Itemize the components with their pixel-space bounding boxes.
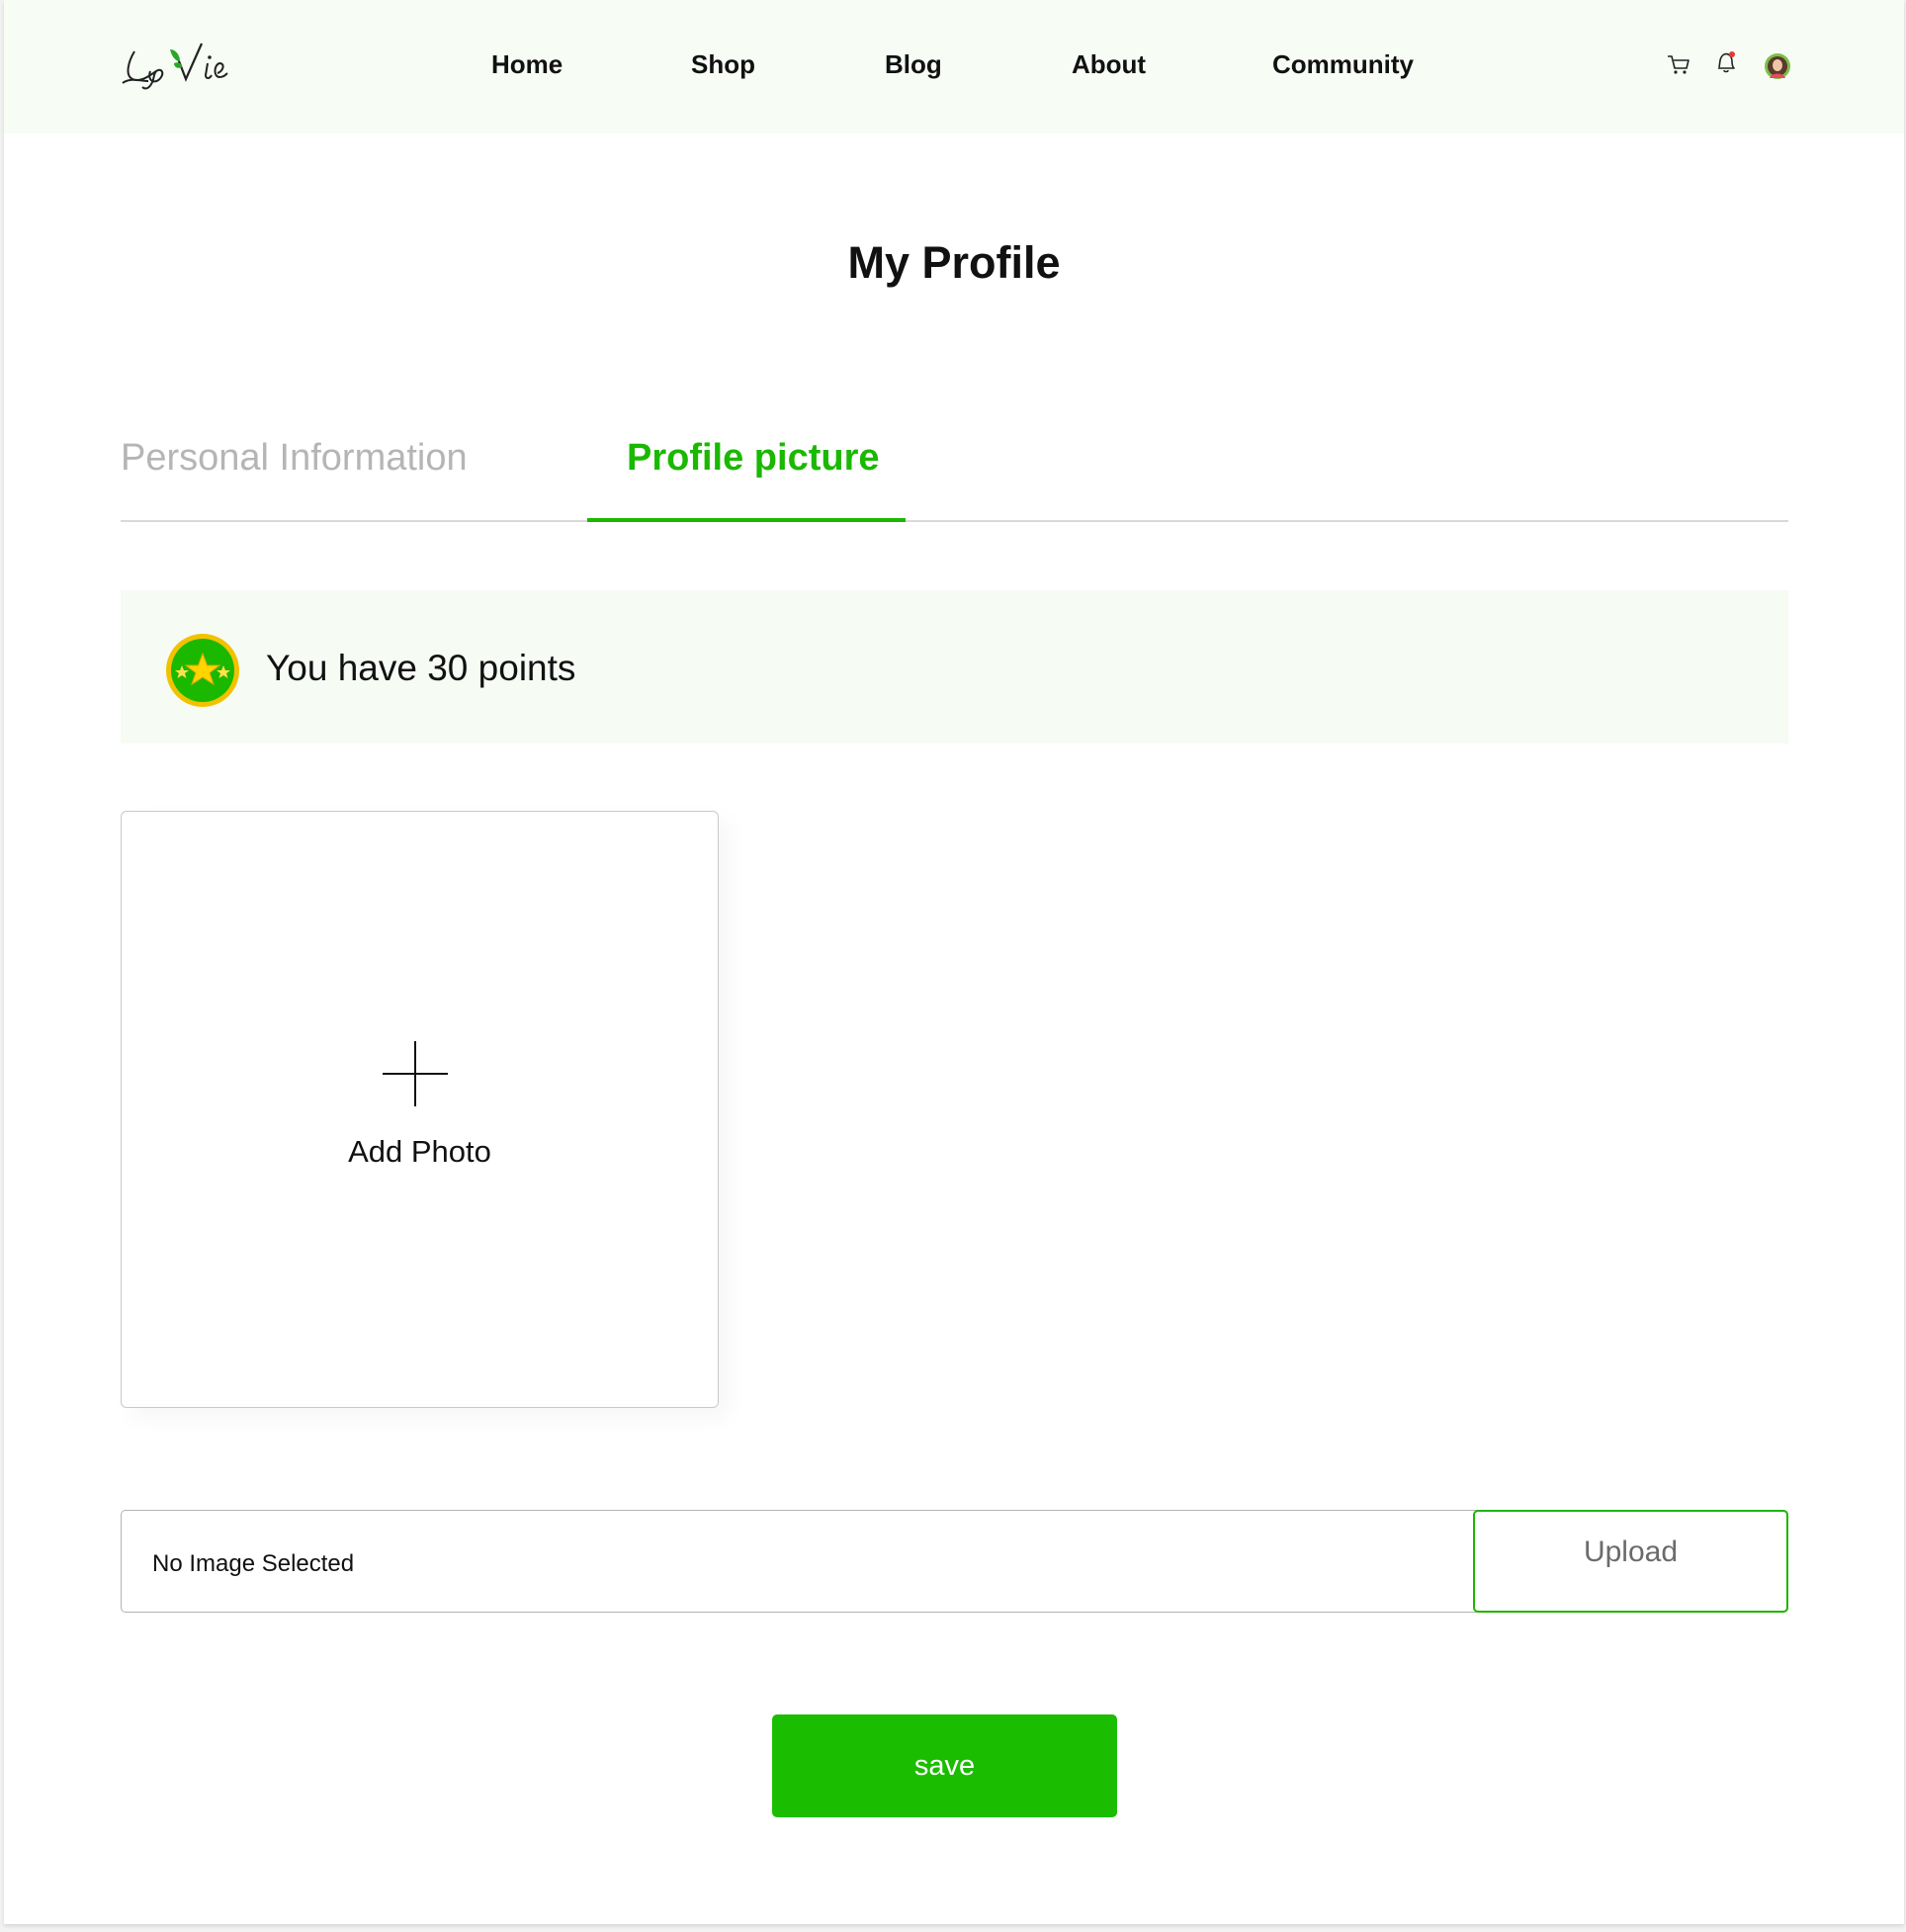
points-text: You have 30 points xyxy=(266,648,576,688)
stars-badge-icon xyxy=(164,632,241,709)
nav-shop[interactable]: Shop xyxy=(691,49,755,80)
cart-icon[interactable] xyxy=(1667,54,1690,81)
tab-personal-information[interactable]: Personal Information xyxy=(121,437,468,480)
nav-about[interactable]: About xyxy=(1072,49,1146,80)
page-frame: Home Shop Blog About Community My Profil… xyxy=(4,0,1904,1924)
page-title: My Profile xyxy=(847,237,1061,288)
add-photo-label: Add Photo xyxy=(348,1134,491,1169)
tab-profile-picture[interactable]: Profile picture xyxy=(627,437,880,480)
tab-divider xyxy=(121,520,1788,522)
active-tab-indicator xyxy=(587,518,906,522)
nav-home[interactable]: Home xyxy=(491,49,563,80)
plus-icon xyxy=(383,1041,448,1106)
top-navbar: Home Shop Blog About Community xyxy=(4,0,1904,133)
nav-community[interactable]: Community xyxy=(1272,49,1414,80)
file-status-text: No Image Selected xyxy=(152,1550,355,1577)
upload-button[interactable]: Upload xyxy=(1473,1510,1788,1613)
avatar[interactable] xyxy=(1764,52,1791,85)
la-vie-logo[interactable] xyxy=(121,32,249,91)
points-banner: You have 30 points xyxy=(121,590,1788,744)
save-button[interactable]: save xyxy=(772,1714,1117,1817)
bell-icon[interactable] xyxy=(1714,49,1738,80)
add-photo-box[interactable]: Add Photo xyxy=(121,811,719,1408)
nav-blog[interactable]: Blog xyxy=(885,49,942,80)
